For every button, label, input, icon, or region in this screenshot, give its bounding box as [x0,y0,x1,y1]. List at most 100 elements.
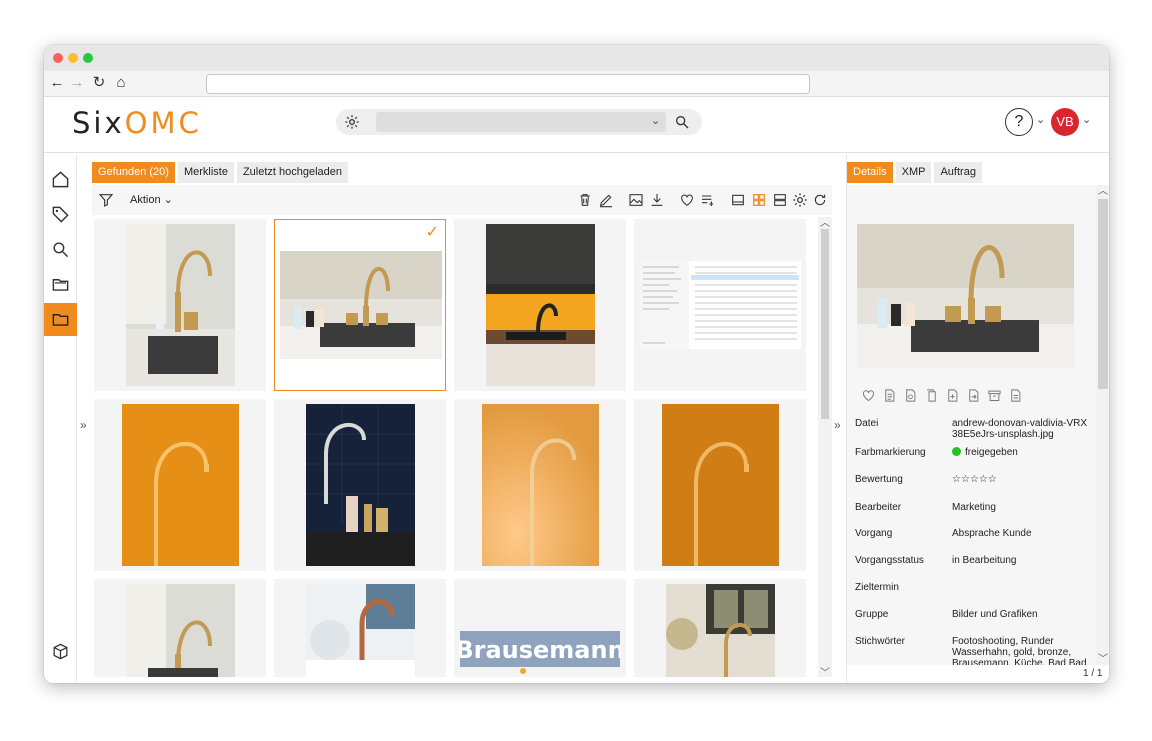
aktion-label: Aktion [130,194,161,206]
sidebar-item-collection[interactable] [44,303,77,336]
tab-details[interactable]: Details [847,162,893,183]
sidebar-item-folders[interactable] [44,268,77,301]
sidebar-item-search[interactable] [44,233,77,266]
details-scrollbar[interactable]: ︿ ﹀ [1096,185,1109,665]
chevron-down-icon[interactable]: ⌄ [1036,113,1045,126]
meta-key: Farbmarkierung [855,447,926,458]
faucet-image [482,404,599,566]
meta-value: Absprache Kunde [952,528,1032,539]
home-nav-icon[interactable]: ⌂ [112,74,130,92]
details-tabs: Details XMP Auftrag [847,162,982,183]
chevron-down-icon[interactable]: ⌄ [1082,113,1091,126]
chevron-down-icon[interactable]: ⌄ [651,114,660,127]
single-view-icon[interactable] [730,192,746,208]
rating-stars[interactable]: ☆☆☆☆☆ [952,474,1090,485]
asset-tile[interactable] [94,399,266,571]
scroll-up-icon[interactable]: ︿ [1098,182,1108,197]
scroll-up-icon[interactable]: ︿ [820,214,830,229]
asset-tile-selected[interactable]: ✓ [274,219,446,391]
close-window-button[interactable] [53,53,63,63]
gear-icon[interactable] [344,114,360,130]
document-export-icon[interactable] [966,388,981,403]
scrollbar-thumb[interactable] [821,229,829,419]
asset-tile[interactable] [634,219,806,391]
document-add-icon[interactable] [945,388,960,403]
maximize-window-button[interactable] [83,53,93,63]
details-content: Datei andrew-donovan-valdivia-VRX38E5eJr… [847,185,1096,665]
meta-value: andrew-donovan-valdivia-VRX38E5eJrs-unsp… [952,418,1088,440]
tab-merkliste[interactable]: Merkliste [177,162,234,183]
preview-image [857,224,1074,368]
scrollbar-thumb[interactable] [1098,199,1108,389]
search-input[interactable] [376,112,666,132]
tab-xmp[interactable]: XMP [895,162,932,183]
sidebar-item-3d[interactable] [44,635,77,668]
asset-tile[interactable] [274,399,446,571]
trash-icon[interactable] [577,192,593,208]
list-add-icon[interactable] [700,192,716,208]
avatar[interactable]: VB [1051,108,1079,136]
asset-tile[interactable] [454,399,626,571]
reload-icon[interactable]: ↻ [90,74,108,92]
asset-tile[interactable] [274,579,446,677]
result-tabs: Gefunden (20) Merkliste Zuletzt hochgela… [92,162,349,183]
asset-tile[interactable] [634,399,806,571]
image-icon[interactable] [628,192,644,208]
tab-auftrag[interactable]: Auftrag [934,162,982,183]
faucet-image [666,584,775,677]
heart-icon[interactable] [861,388,876,403]
minimize-window-button[interactable] [68,53,78,63]
meta-value: in Bearbeitung [952,555,1017,566]
meta-key: Zieltermin [855,582,899,593]
archive-icon[interactable] [987,388,1002,403]
expand-right-icon[interactable]: » [834,418,841,432]
url-bar[interactable] [206,74,810,94]
heart-icon[interactable] [679,192,695,208]
asset-tile[interactable] [94,579,266,677]
results-toolbar: Aktion ⌄ [92,185,832,215]
scroll-down-icon[interactable]: ﹀ [1098,650,1108,665]
download-icon[interactable] [649,192,665,208]
folder-icon [52,314,69,326]
filter-icon[interactable] [98,192,114,208]
forward-icon[interactable]: → [68,74,86,92]
asset-tile[interactable]: Brausemann [454,579,626,677]
back-icon[interactable]: ← [48,74,66,92]
document-icon[interactable] [1008,388,1023,403]
tab-gefunden[interactable]: Gefunden (20) [92,162,175,183]
document-copy-icon[interactable] [882,388,897,403]
tab-zuletzt-hochgeladen[interactable]: Zuletzt hochgeladen [236,162,349,183]
copy-icon[interactable] [924,388,939,403]
meta-key: Vorgangsstatus [855,555,924,566]
faucet-image [486,224,595,386]
home-icon [52,171,69,188]
search-icon[interactable] [674,114,690,130]
meta-key: Stichwörter [855,636,906,647]
edit-icon[interactable] [598,192,614,208]
folder-open-icon [52,279,69,291]
gear-icon[interactable] [792,192,808,208]
refresh-icon[interactable] [812,192,828,208]
asset-tile[interactable] [94,219,266,391]
grid-view-icon[interactable] [751,192,767,208]
logo-text-omc: OMC [124,106,202,140]
help-button[interactable]: ? [1005,108,1033,136]
sidebar-item-tags[interactable] [44,198,77,231]
scroll-down-icon[interactable]: ﹀ [820,664,830,679]
faucet-image [126,584,235,677]
list-view-icon[interactable] [772,192,788,208]
asset-grid: ✓ Brausemann [92,217,814,677]
document-image-icon[interactable] [903,388,918,403]
expand-left-icon[interactable]: » [80,418,87,432]
meta-key: Gruppe [855,609,889,620]
title-bar [44,45,1109,71]
app-header: SixOMC ⌄ ? ⌄ VB ⌄ [44,97,1109,153]
asset-tile[interactable] [454,219,626,391]
faucet-image [122,404,239,566]
sidebar-item-home[interactable] [44,163,77,196]
grid-scrollbar[interactable]: ︿ ﹀ [818,214,832,679]
asset-tile[interactable] [634,579,806,677]
browser-window: ← → ↻ ⌂ SixOMC ⌄ ? ⌄ VB ⌄ » Gefunden (20… [44,45,1109,683]
aktion-dropdown[interactable]: Aktion ⌄ [130,193,173,206]
logo[interactable]: SixOMC [72,106,202,140]
